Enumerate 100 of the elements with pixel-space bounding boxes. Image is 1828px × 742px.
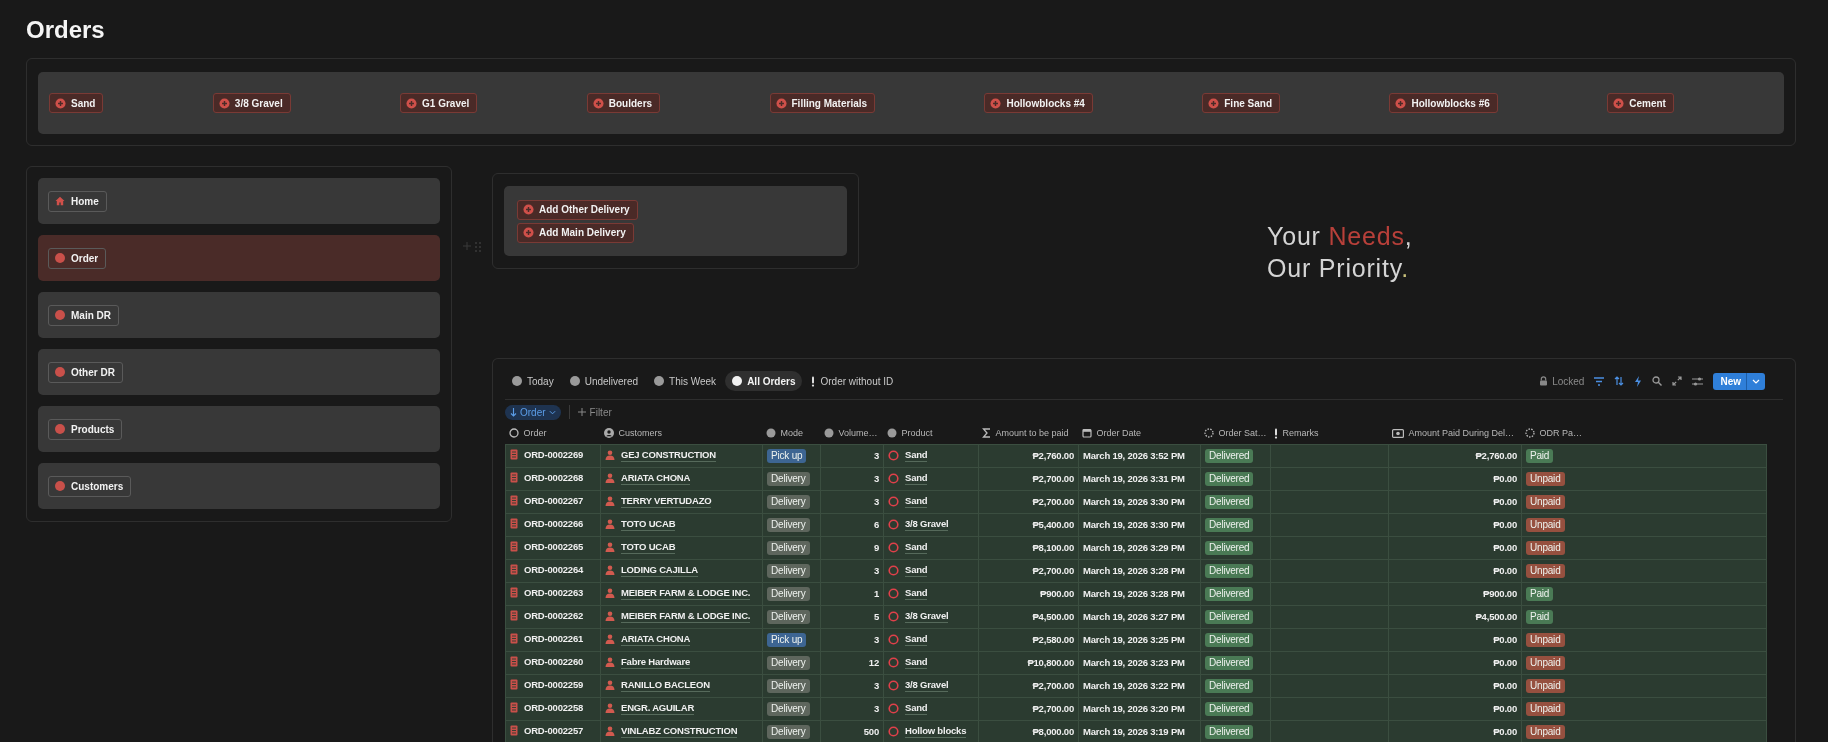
search-icon[interactable] <box>1652 376 1663 386</box>
view-tab[interactable]: Today <box>505 371 561 391</box>
order-date: March 19, 2026 3:22 PM <box>1083 680 1185 691</box>
column-header[interactable]: Remarks <box>1282 428 1319 438</box>
plus-circle-icon <box>1208 97 1220 109</box>
paid-amount: ₱900.00 <box>1483 588 1517 599</box>
status-tag: Delivered <box>1205 495 1254 509</box>
product-link[interactable]: Sand <box>905 471 928 485</box>
dot-icon <box>732 376 743 386</box>
nav-card[interactable]: Other DR <box>38 349 440 395</box>
column-header[interactable]: Volume… <box>838 428 878 438</box>
product-link[interactable]: Sand <box>905 448 928 462</box>
lightning-icon[interactable] <box>1634 375 1643 387</box>
column-header[interactable]: Order Sat… <box>1218 428 1267 438</box>
view-tab[interactable]: Order without ID <box>804 371 901 391</box>
dot-icon <box>654 376 665 386</box>
column-header[interactable]: Amount to be paid <box>995 428 1069 438</box>
status-tag: Delivered <box>1205 472 1254 486</box>
product-chip[interactable]: Hollowblocks #6 <box>1389 93 1498 113</box>
nav-link[interactable]: Products <box>48 418 123 440</box>
drag-handle-icon[interactable] <box>475 242 481 252</box>
settings-icon[interactable] <box>1692 376 1704 386</box>
view-tab[interactable]: Undelivered <box>562 371 646 391</box>
nav-link[interactable]: Order <box>48 247 107 269</box>
product-link[interactable]: Sand <box>905 655 928 669</box>
product-link[interactable]: Sand <box>905 494 928 508</box>
product-chip[interactable]: Filling Materials <box>769 93 876 113</box>
amount-value: ₱900.00 <box>1040 588 1074 599</box>
arrow-down-icon <box>510 407 517 417</box>
paid-amount: ₱2,760.00 <box>1475 450 1517 461</box>
nav-link[interactable]: Other DR <box>48 361 123 383</box>
nav-link[interactable]: Main DR <box>48 304 119 326</box>
ring-icon <box>888 518 899 530</box>
dot-icon <box>55 310 65 320</box>
page-title: Orders <box>26 15 106 45</box>
product-link[interactable]: Sand <box>905 586 928 600</box>
status-tag: Delivered <box>1205 679 1254 693</box>
dot-icon <box>55 253 65 263</box>
payment-tag: Paid <box>1526 587 1554 601</box>
product-link[interactable]: Sand <box>905 701 928 715</box>
column-header[interactable]: Order Date <box>1096 428 1142 438</box>
nav-card[interactable]: Home <box>38 178 440 224</box>
payment-tag: Unpaid <box>1526 541 1565 555</box>
view-tab[interactable]: This Week <box>647 371 724 391</box>
paid-amount: ₱0.00 <box>1493 657 1517 668</box>
status-tag: Delivered <box>1205 449 1254 463</box>
mode-tag: Delivery <box>767 495 810 509</box>
payment-tag: Paid <box>1526 449 1554 463</box>
order-date: March 19, 2026 3:28 PM <box>1083 565 1185 576</box>
exclamation-icon <box>1273 427 1278 439</box>
product-link[interactable]: Sand <box>905 563 928 577</box>
plus-circle-icon <box>775 97 787 109</box>
banknote-icon <box>1391 428 1404 438</box>
nav-link[interactable]: Home <box>48 190 107 212</box>
product-chip[interactable]: Hollowblocks #4 <box>984 93 1093 113</box>
order-date: March 19, 2026 3:27 PM <box>1083 611 1185 622</box>
nav-card[interactable]: Products <box>38 406 440 452</box>
add-delivery-button[interactable]: Add Main Delivery <box>517 222 634 243</box>
product-link[interactable]: Sand <box>905 540 928 554</box>
filter-icon[interactable] <box>1594 376 1605 386</box>
ring-icon <box>888 495 899 507</box>
sort-chip[interactable]: Order <box>505 404 561 420</box>
column-header[interactable]: Mode <box>780 428 803 438</box>
new-button[interactable]: New <box>1713 372 1765 390</box>
slogan-line: Your Needs, <box>1267 221 1413 252</box>
nav-link[interactable]: Customers <box>48 475 132 497</box>
nav-card[interactable]: Main DR <box>38 292 440 338</box>
column-header[interactable]: Product <box>901 428 933 438</box>
volume-value: 3 <box>873 450 879 461</box>
payment-tag: Unpaid <box>1526 679 1565 693</box>
add-delivery-button[interactable]: Add Other Delivery <box>517 199 638 220</box>
lock-icon <box>1539 376 1549 386</box>
nav-card[interactable]: Customers <box>38 463 440 509</box>
order-date: March 19, 2026 3:30 PM <box>1083 496 1185 507</box>
product-chip[interactable]: 3/8 Gravel <box>212 93 291 113</box>
product-chip[interactable]: Sand <box>49 93 104 113</box>
locked-label[interactable]: Locked <box>1539 375 1585 387</box>
amount-value: ₱8,100.00 <box>1032 542 1074 553</box>
customer-link[interactable]: TOTO UCAB <box>621 540 676 554</box>
sort-icon[interactable] <box>1614 376 1625 386</box>
receipt-icon <box>510 472 518 484</box>
column-header[interactable]: ODR Pa… <box>1539 428 1582 438</box>
view-tab[interactable]: All Orders <box>725 371 803 391</box>
product-link[interactable]: Sand <box>905 632 928 646</box>
nav-card[interactable]: Order <box>38 235 440 281</box>
circle-icon <box>508 428 519 438</box>
product-chip[interactable]: Cement <box>1607 93 1674 113</box>
customer-link[interactable]: TOTO UCAB <box>621 517 676 531</box>
product-chip[interactable]: G1 Gravel <box>400 93 478 113</box>
column-header[interactable]: Amount Paid During Del… <box>1408 428 1515 439</box>
filter-button[interactable]: Filter <box>577 406 612 418</box>
column-header[interactable]: Order <box>523 428 547 438</box>
plus-circle-icon <box>1613 97 1625 109</box>
slogan-line: Our Priority. <box>1267 253 1409 284</box>
dot-icon <box>55 424 65 434</box>
product-chip[interactable]: Boulders <box>586 93 661 113</box>
expand-icon[interactable] <box>1672 376 1683 386</box>
product-chip[interactable]: Fine Sand <box>1202 93 1281 113</box>
column-header[interactable]: Customers <box>618 428 662 438</box>
order-date: March 19, 2026 3:23 PM <box>1083 657 1185 668</box>
